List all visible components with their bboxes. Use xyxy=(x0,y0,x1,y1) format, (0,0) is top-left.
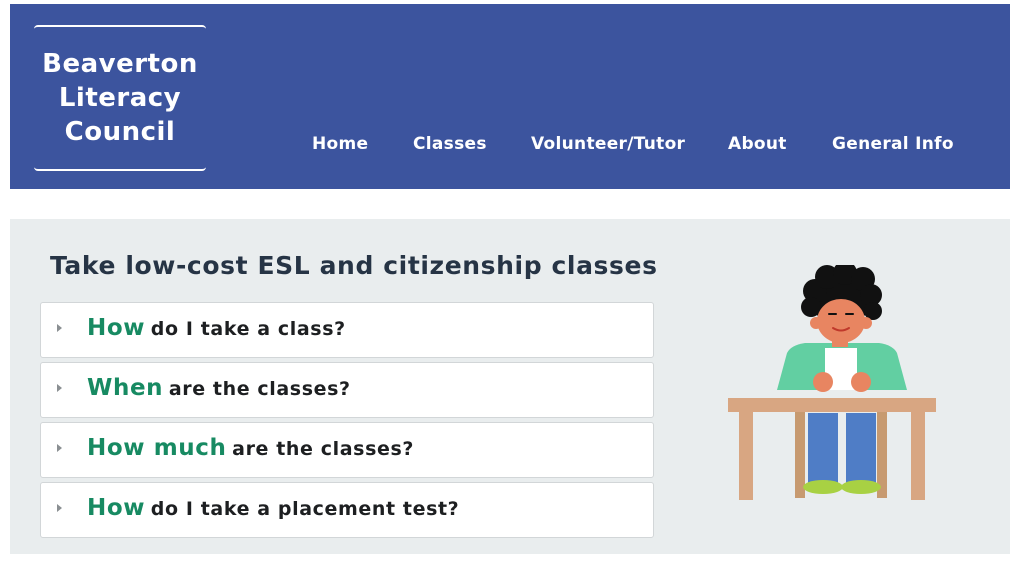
site-header: Beaverton Literacy Council Home Classes … xyxy=(10,4,1010,189)
faq-when-classes[interactable]: When are the classes? xyxy=(40,362,654,418)
caret-right-icon[interactable] xyxy=(57,384,62,392)
caret-right-icon[interactable] xyxy=(57,444,62,452)
faq-text: are the classes? xyxy=(168,378,351,400)
faq-text: do I take a placement test? xyxy=(150,498,460,520)
nav-classes[interactable]: Classes xyxy=(413,134,487,154)
faq-highlight: How much xyxy=(87,435,227,461)
logo-line-2[interactable]: Literacy xyxy=(59,83,181,113)
faq-how-much-classes[interactable]: How much are the classes? xyxy=(40,422,654,478)
faq-question[interactable]: How much are the classes? xyxy=(87,435,414,461)
nav-home[interactable]: Home xyxy=(312,134,368,154)
nav-about[interactable]: About xyxy=(728,134,787,154)
faq-highlight: When xyxy=(87,375,164,401)
faq-how-take-class[interactable]: How do I take a class? xyxy=(40,302,654,358)
faq-placement-test[interactable]: How do I take a placement test? xyxy=(40,482,654,538)
caret-right-icon[interactable] xyxy=(57,324,62,332)
caret-right-icon[interactable] xyxy=(57,504,62,512)
faq-question[interactable]: How do I take a class? xyxy=(87,315,346,341)
section-title: Take low-cost ESL and citizenship classe… xyxy=(50,251,658,280)
student-at-desk-illustration xyxy=(728,265,936,500)
faq-question[interactable]: How do I take a placement test? xyxy=(87,495,459,521)
faq-question[interactable]: When are the classes? xyxy=(87,375,351,401)
logo-line-1[interactable]: Beaverton xyxy=(42,49,198,79)
faq-highlight: How xyxy=(87,495,146,521)
site-logo[interactable]: Beaverton Literacy Council xyxy=(34,25,206,171)
faq-text: are the classes? xyxy=(232,438,414,460)
faq-highlight: How xyxy=(87,315,146,341)
nav-volunteer-tutor[interactable]: Volunteer/Tutor xyxy=(531,134,685,154)
nav-general-info[interactable]: General Info xyxy=(832,134,954,154)
logo-text[interactable]: Beaverton Literacy Council xyxy=(42,47,198,149)
faq-text: do I take a class? xyxy=(150,318,346,340)
logo-line-3[interactable]: Council xyxy=(65,117,176,147)
